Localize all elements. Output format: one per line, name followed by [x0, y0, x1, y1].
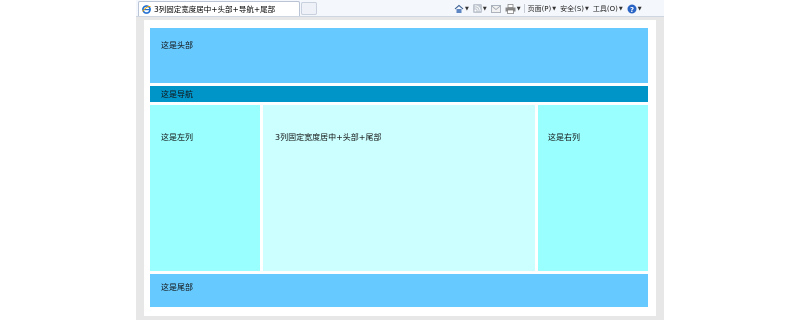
- page-menu-label: 页面(P): [527, 4, 552, 13]
- help-button[interactable]: ? ▼: [625, 2, 644, 15]
- help-icon: ?: [627, 4, 637, 14]
- new-tab-button[interactable]: [301, 2, 317, 15]
- chevron-down-icon: ▼: [465, 5, 469, 12]
- safety-menu-label: 安全(S): [560, 4, 585, 13]
- print-icon: [505, 3, 516, 14]
- left-column: 这是左列: [150, 105, 260, 271]
- footer-text: 这是尾部: [161, 283, 193, 292]
- right-column: 这是右列: [538, 105, 648, 271]
- chevron-down-icon: ▼: [516, 5, 521, 12]
- toolbar-divider: [523, 4, 525, 13]
- tools-menu-button[interactable]: 工具(O) ▼: [591, 2, 625, 15]
- browser-window: 3列固定宽度居中+头部+导航+尾部 ▼ ▼ ▼ 页面(P) ▼ 安全(S) ▼ …: [136, 0, 664, 320]
- page-header: 这是头部: [150, 28, 648, 83]
- chevron-down-icon: ▼: [552, 5, 557, 12]
- chevron-down-icon: ▼: [618, 5, 623, 12]
- page-nav: 这是导航: [150, 86, 648, 102]
- main-column: 3列固定宽度居中+头部+尾部: [263, 105, 535, 271]
- chevron-down-icon: ▼: [637, 5, 642, 12]
- header-text: 这是头部: [161, 41, 193, 50]
- left-column-text: 这是左列: [161, 133, 193, 142]
- safety-menu-button[interactable]: 安全(S) ▼: [558, 2, 591, 15]
- rss-button[interactable]: ▼: [471, 2, 489, 15]
- ie-page-icon: [142, 4, 151, 14]
- tab-title: 3列固定宽度居中+头部+导航+尾部: [154, 4, 276, 14]
- tab-bar: 3列固定宽度居中+头部+导航+尾部 ▼ ▼ ▼ 页面(P) ▼ 安全(S) ▼ …: [136, 0, 664, 17]
- page-menu-button[interactable]: 页面(P) ▼: [526, 2, 559, 15]
- chevron-down-icon: ▼: [585, 5, 589, 12]
- print-button[interactable]: ▼: [503, 2, 523, 15]
- svg-text:?: ?: [630, 5, 634, 13]
- home-icon: [454, 4, 464, 14]
- tools-menu-label: 工具(O): [592, 4, 618, 13]
- home-button[interactable]: ▼: [452, 2, 471, 15]
- command-bar: ▼ ▼ ▼ 页面(P) ▼ 安全(S) ▼ 工具(O) ▼ ? ▼: [452, 2, 644, 15]
- mail-button[interactable]: [489, 2, 503, 15]
- nav-text: 这是导航: [161, 90, 193, 99]
- mail-icon: [490, 4, 501, 13]
- tab-active[interactable]: 3列固定宽度居中+头部+导航+尾部: [138, 1, 300, 16]
- main-column-text: 3列固定宽度居中+头部+尾部: [275, 133, 382, 142]
- chevron-down-icon: ▼: [482, 5, 487, 12]
- right-column-text: 这是右列: [548, 133, 580, 142]
- page-viewport: 这是头部 这是导航 这是左列 3列固定宽度居中+头部+尾部 这是右列 这是尾部: [144, 20, 656, 316]
- page-footer: 这是尾部: [150, 274, 648, 307]
- rss-icon: [472, 4, 482, 13]
